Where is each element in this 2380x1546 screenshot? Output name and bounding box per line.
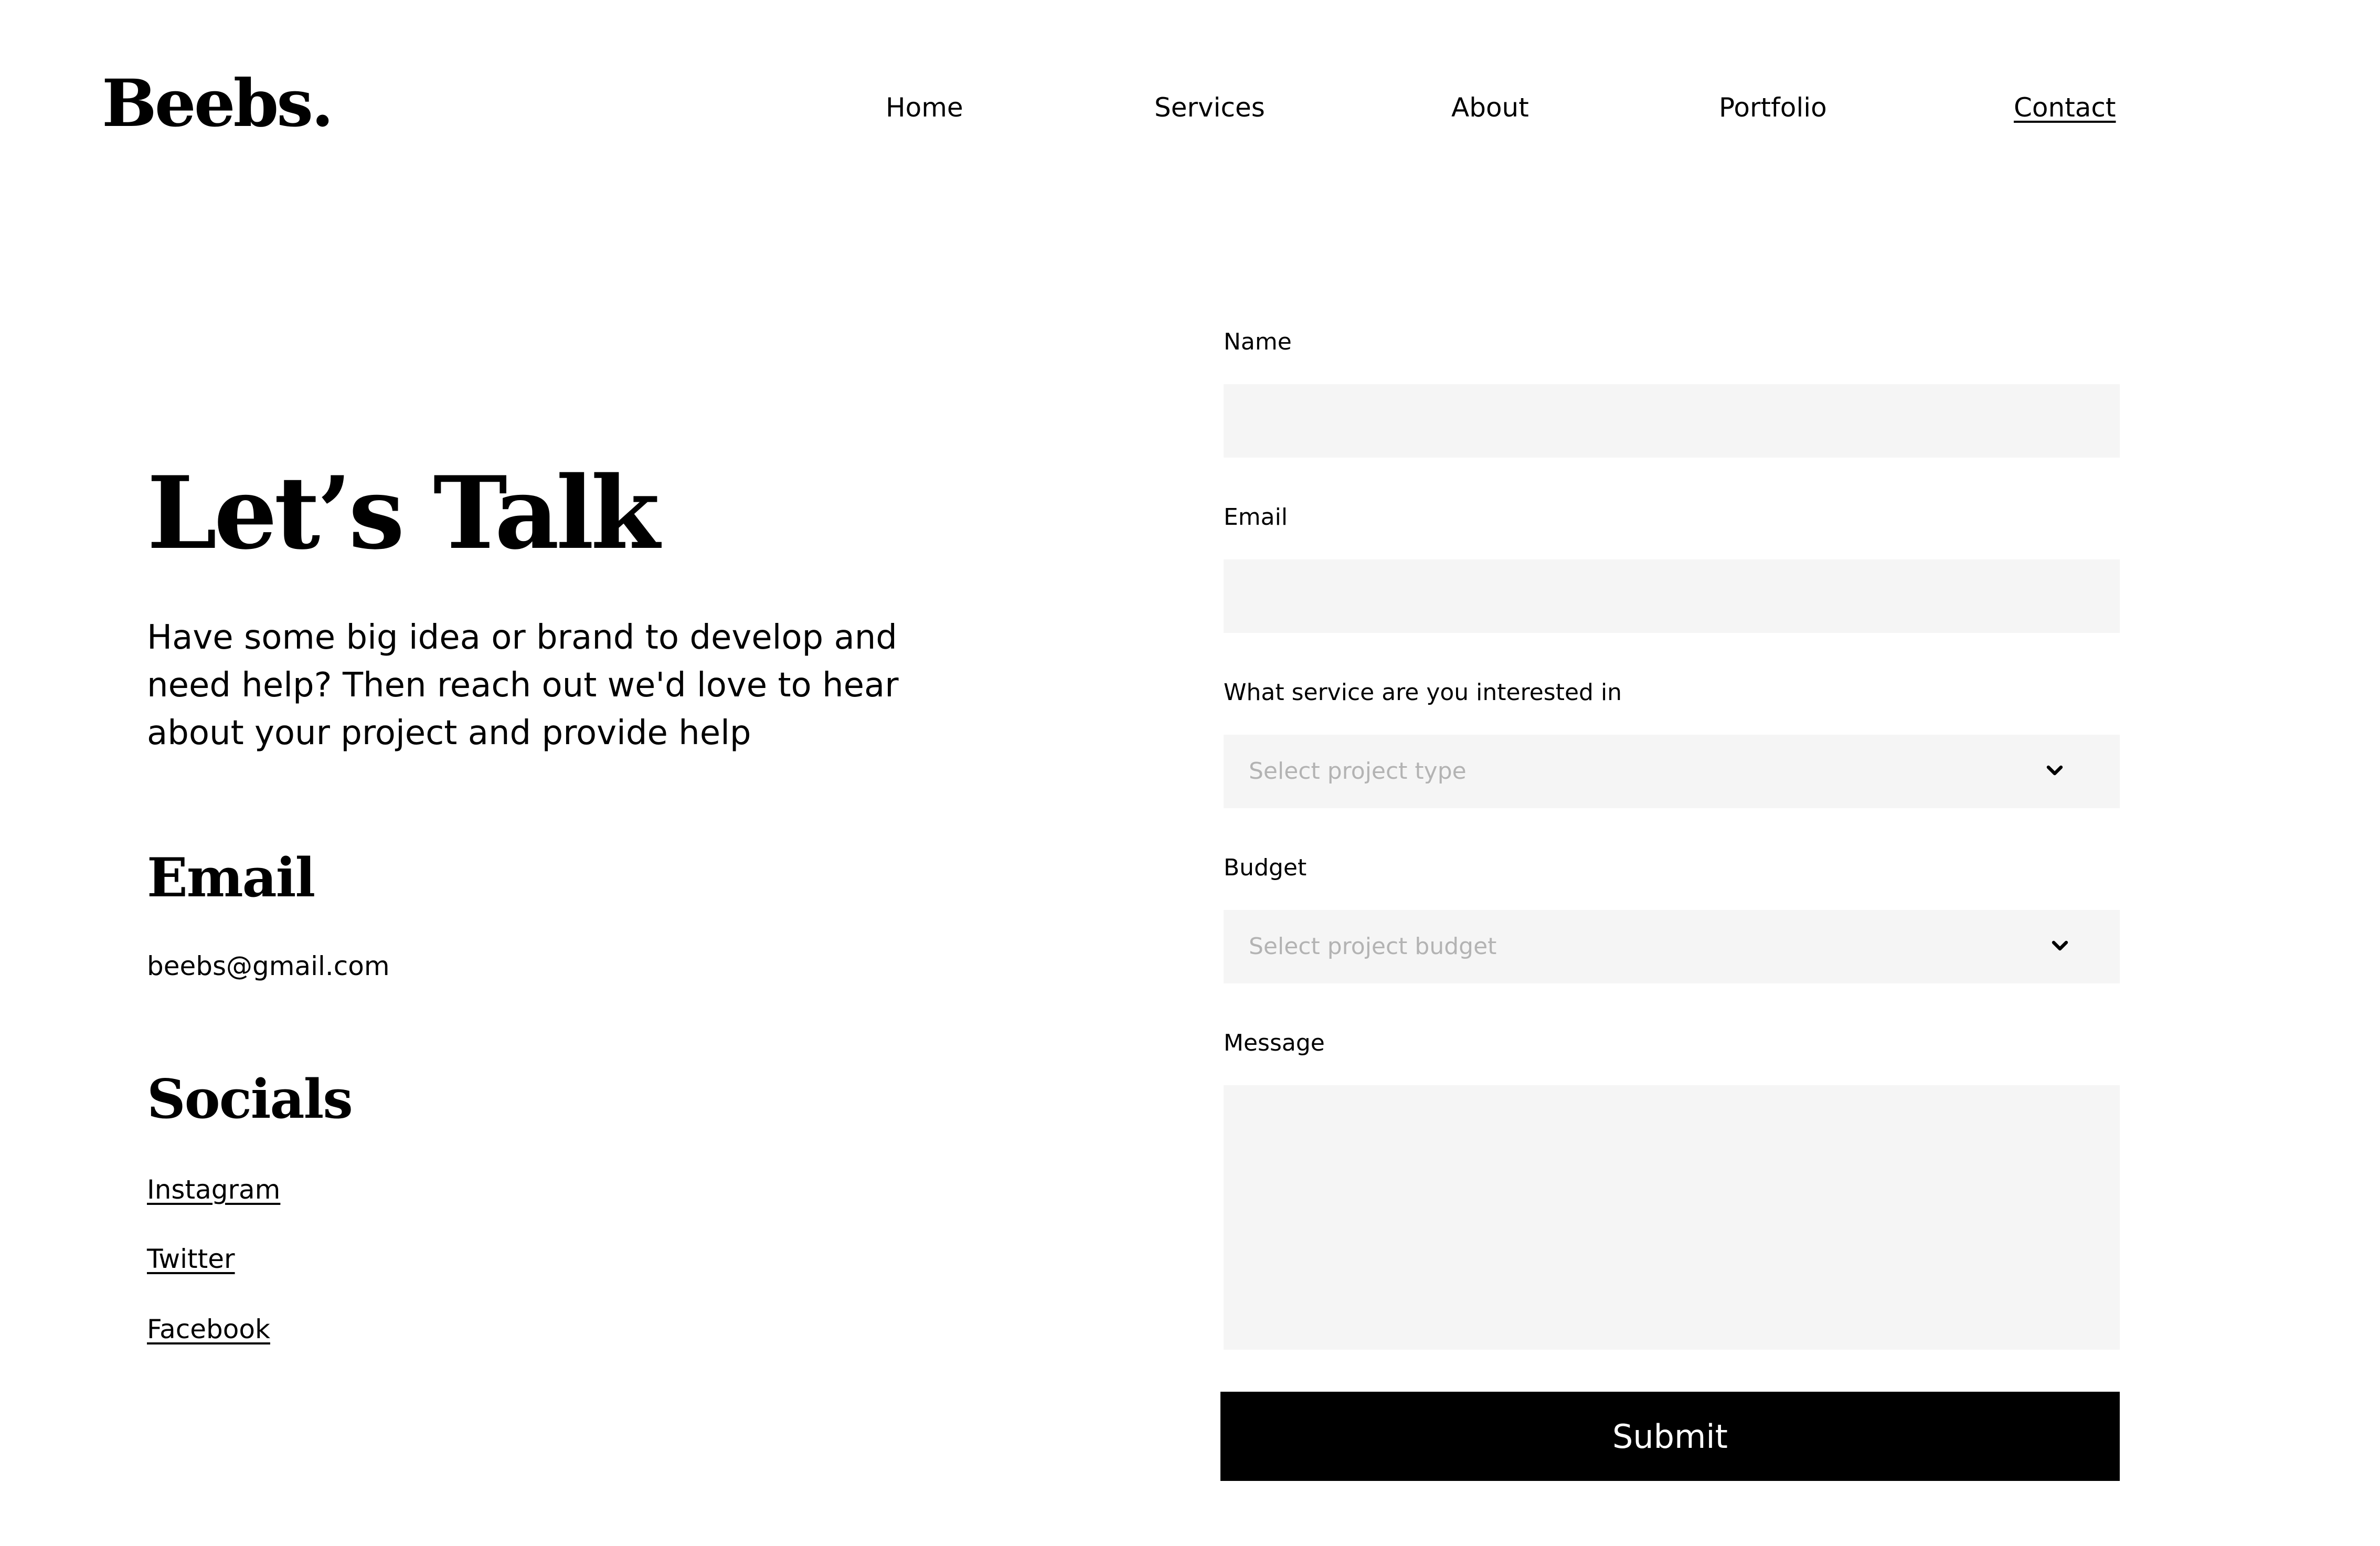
email-heading: Email <box>147 846 315 909</box>
nav-link-about[interactable]: About <box>1451 89 1529 126</box>
nav-link-portfolio[interactable]: Portfolio <box>1719 89 1827 126</box>
nav-link-home[interactable]: Home <box>886 89 963 126</box>
budget-select[interactable]: Select project budget <box>1224 910 2120 983</box>
brand-logo[interactable]: Beebs. <box>102 62 334 146</box>
email-label: Email <box>1224 504 1288 531</box>
email-input[interactable] <box>1224 559 2120 633</box>
social-link-twitter[interactable]: Twitter <box>147 1241 235 1277</box>
name-input[interactable] <box>1224 384 2120 458</box>
nav-link-services[interactable]: Services <box>1154 89 1265 126</box>
service-select-value: Select project type <box>1249 758 1467 785</box>
intro-text: Have some big idea or brand to develop a… <box>147 618 899 753</box>
name-label: Name <box>1224 329 1292 355</box>
contact-email: beebs@gmail.com <box>147 951 390 981</box>
chevron-down-icon <box>2046 765 2063 776</box>
chevron-down-icon <box>2052 940 2068 951</box>
social-link-instagram[interactable]: Instagram <box>147 1171 280 1208</box>
message-textarea[interactable] <box>1224 1085 2120 1350</box>
service-select[interactable]: Select project type <box>1224 735 2120 808</box>
socials-heading: Socials <box>147 1068 353 1131</box>
service-label: What service are you interested in <box>1224 679 1622 706</box>
budget-select-value: Select project budget <box>1249 933 1497 960</box>
page-title: Let’s Talk <box>147 454 660 571</box>
submit-button[interactable]: Submit <box>1220 1392 2120 1481</box>
message-label: Message <box>1224 1030 1325 1056</box>
nav-link-contact[interactable]: Contact <box>2014 89 2116 126</box>
budget-label: Budget <box>1224 854 1307 881</box>
social-link-facebook[interactable]: Facebook <box>147 1311 270 1348</box>
